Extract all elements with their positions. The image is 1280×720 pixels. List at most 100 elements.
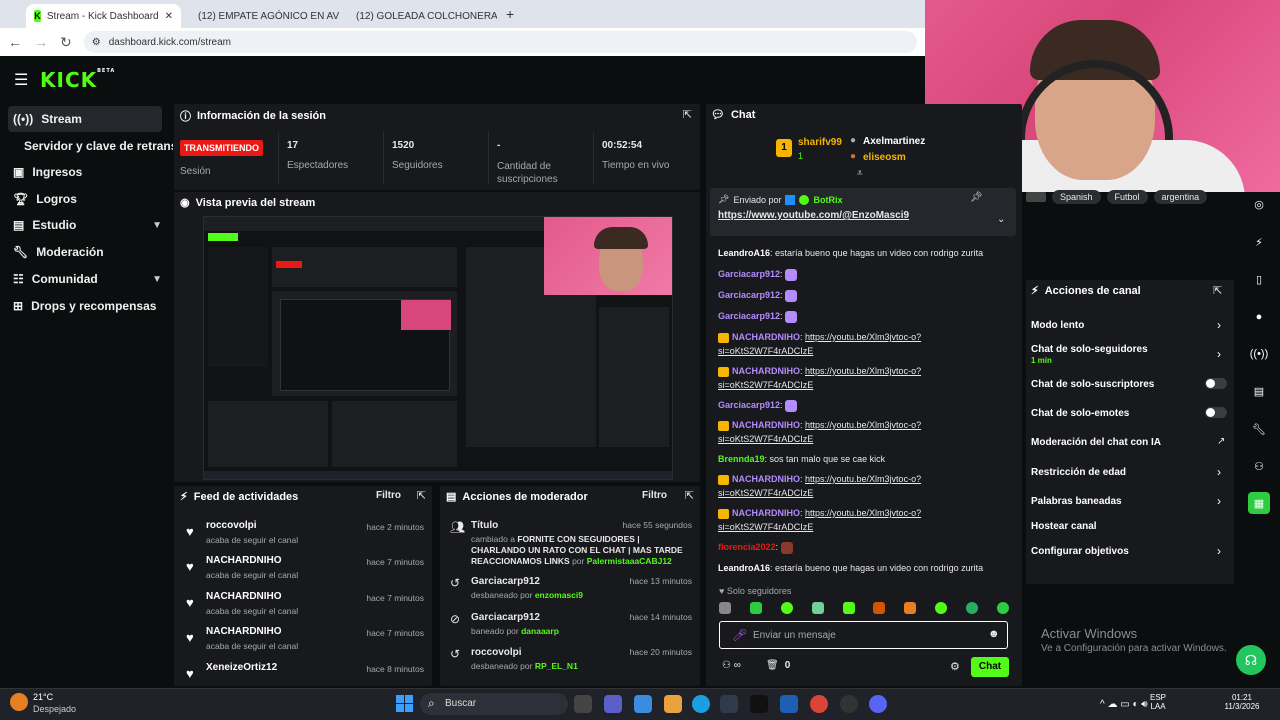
action-age-restriction[interactable]: Restricción de edad [1031, 467, 1231, 478]
forward-icon[interactable]: → [34, 34, 48, 50]
emote-icon[interactable] [749, 602, 762, 614]
sidebar-item-estudio[interactable]: ▤ Estudio ▼ [8, 212, 162, 238]
photoshop-icon[interactable] [780, 695, 798, 713]
url-field[interactable]: ⚙ dashboard.kick.com/stream [83, 31, 917, 53]
layout-icon[interactable]: ▤ [1250, 382, 1268, 400]
obs-icon[interactable] [840, 695, 858, 713]
wrench-icon[interactable]: 🔧︎ [1250, 420, 1268, 438]
broadcast-icon[interactable]: ((•)) [1250, 345, 1269, 363]
sidebar-item-server-key[interactable]: Servidor y clave de retransm [19, 133, 173, 159]
users-icon[interactable]: ⚇ ∞ [722, 660, 741, 671]
task-view-icon[interactable] [574, 695, 592, 713]
emote-icon[interactable] [966, 602, 978, 614]
moderator-name[interactable]: enzomasci9 [535, 590, 583, 600]
trash-icon[interactable]: 🗑︎ [766, 660, 779, 671]
file-explorer-icon[interactable] [664, 695, 682, 713]
chevron-right-icon[interactable]: › [1217, 347, 1221, 361]
windows-start-icon[interactable] [396, 695, 413, 712]
pinned-author[interactable]: BotRix [813, 195, 842, 205]
chevron-right-icon[interactable]: › [1217, 465, 1221, 479]
stream-preview-video[interactable] [203, 216, 673, 480]
chat-username[interactable]: florencia2022 [718, 542, 776, 552]
tag-pill[interactable]: Futbol [1106, 190, 1148, 204]
support-headset-icon[interactable]: ☊ [1236, 645, 1266, 675]
sidebar-item-logros[interactable]: 🏆︎ Logros [8, 186, 162, 212]
feed-filter-button[interactable]: Filtro [376, 490, 401, 501]
chrome-icon[interactable] [810, 695, 828, 713]
back-icon[interactable]: ← [8, 34, 22, 50]
chat-username[interactable]: NACHARDNIHO [732, 366, 800, 376]
clock[interactable]: 01:21 11/3/2026 [1222, 693, 1262, 711]
sidebar-item-drops[interactable]: ⊞ Drops y recompensas [8, 293, 168, 319]
popout-icon[interactable]: ⇱ [685, 489, 694, 502]
gear-icon[interactable]: ⚙ [950, 660, 960, 673]
sidebar-item-stream[interactable]: ((•)) Stream [8, 106, 162, 132]
popout-icon[interactable]: ⇱ [1213, 284, 1222, 297]
external-link-icon[interactable]: ↗ [1217, 436, 1225, 447]
chat-username[interactable]: Garciacarp912 [718, 290, 780, 300]
chat-username[interactable]: Garciacarp912 [718, 269, 780, 279]
gifter-name[interactable]: Axelmartinezr [863, 136, 925, 147]
moderator-name[interactable]: danaaarp [521, 626, 559, 636]
chat-bubble-icon[interactable]: ● [1250, 308, 1268, 326]
action-slow-mode[interactable]: Modo lento [1031, 320, 1231, 331]
feed-user[interactable]: roccovolpi [206, 520, 257, 531]
taskbar-search[interactable]: ⌕ Buscar [420, 693, 568, 715]
sidebar-item-comunidad[interactable]: ☷ Comunidad ▼ [8, 266, 162, 292]
chat-username[interactable]: NACHARDNIHO [732, 474, 800, 484]
browser-tab-kick[interactable]: K Stream - Kick Dashboard ✕ [26, 4, 181, 28]
new-tab-button[interactable]: + [506, 6, 514, 22]
chat-input[interactable]: 🎤︎ Enviar un mensaje ☻ [719, 621, 1008, 649]
chevron-right-icon[interactable]: › [1217, 494, 1221, 508]
emote-icon[interactable] [935, 602, 948, 614]
card-icon[interactable]: ▯ [1250, 270, 1268, 288]
tag-pill[interactable]: argentina [1153, 190, 1208, 204]
feed-user[interactable]: NACHARDNIHO [206, 626, 282, 637]
emote-icon[interactable] [904, 602, 917, 614]
emotes-only-toggle[interactable] [1205, 407, 1227, 418]
action-ai-moderation[interactable]: Moderación del chat con IA [1031, 437, 1231, 448]
chat-username[interactable]: LeandroA16 [718, 563, 770, 573]
emoji-icon[interactable]: ☻ [988, 628, 1000, 640]
copilot-icon[interactable] [634, 695, 652, 713]
tiktok-icon[interactable] [750, 695, 768, 713]
moderator-name[interactable]: PalermistaaaCABJ12 [587, 556, 672, 566]
browser-tab-youtube-1[interactable]: (12) EMPATE AGÓNICO EN AVE ✕ [184, 4, 339, 28]
chat-username[interactable]: NACHARDNIHO [732, 508, 800, 518]
chat-username[interactable]: LeandroA16 [718, 248, 770, 258]
action-subscribers-only[interactable]: Chat de solo-suscriptores [1031, 379, 1231, 390]
gifter-name[interactable]: eliseosm [863, 152, 906, 163]
action-configure-goals[interactable]: Configurar objetivos [1031, 546, 1231, 557]
chat-username[interactable]: Garciacarp912 [718, 400, 780, 410]
menu-icon[interactable]: ☰ [14, 70, 28, 90]
chat-username[interactable]: NACHARDNIHO [732, 420, 800, 430]
chevron-right-icon[interactable]: › [1217, 318, 1221, 332]
action-banned-words[interactable]: Palabras baneadas [1031, 496, 1231, 507]
top-gifter-name[interactable]: sharifv99 [798, 137, 842, 148]
feed-user[interactable]: NACHARDNIHO [206, 555, 282, 566]
emote-icon[interactable] [842, 602, 855, 614]
site-info-icon[interactable]: ⚙ [92, 37, 101, 48]
kick-logo[interactable]: KICKBETA [40, 68, 115, 92]
chevron-right-icon[interactable]: › [1217, 544, 1221, 558]
feed-user[interactable]: NACHARDNIHO [206, 591, 282, 602]
reload-icon[interactable]: ↻ [60, 34, 72, 51]
action-host-channel[interactable]: Hostear canal [1031, 521, 1231, 532]
expand-down-icon[interactable]: ⩡ [857, 168, 863, 179]
pin-toggle-icon[interactable]: 📌︎ [970, 192, 983, 203]
discord-icon[interactable] [869, 695, 887, 713]
lightning-icon[interactable]: ⚡︎ [1250, 233, 1268, 251]
emote-icon[interactable] [996, 602, 1009, 614]
chat-username[interactable]: NACHARDNIHO [732, 332, 800, 342]
modactions-filter-button[interactable]: Filtro [642, 490, 667, 501]
weather-icon[interactable] [10, 693, 28, 711]
emote-icon[interactable] [719, 602, 731, 614]
action-emotes-only[interactable]: Chat de solo-emotes [1031, 408, 1231, 419]
popout-icon[interactable]: ⇱ [683, 108, 692, 121]
feed-user[interactable]: XeneizeOrtiz12 [206, 662, 277, 673]
send-chat-button[interactable]: Chat [971, 657, 1009, 677]
pinned-link[interactable]: https://www.youtube.com/@EnzoMasci9 [718, 210, 909, 221]
teams-icon[interactable] [604, 695, 622, 713]
users-icon[interactable]: ⚇ [1250, 457, 1268, 475]
browser-tab-youtube-2[interactable]: (12) GOLEADA COLCHONERA... ✕ [342, 4, 497, 28]
